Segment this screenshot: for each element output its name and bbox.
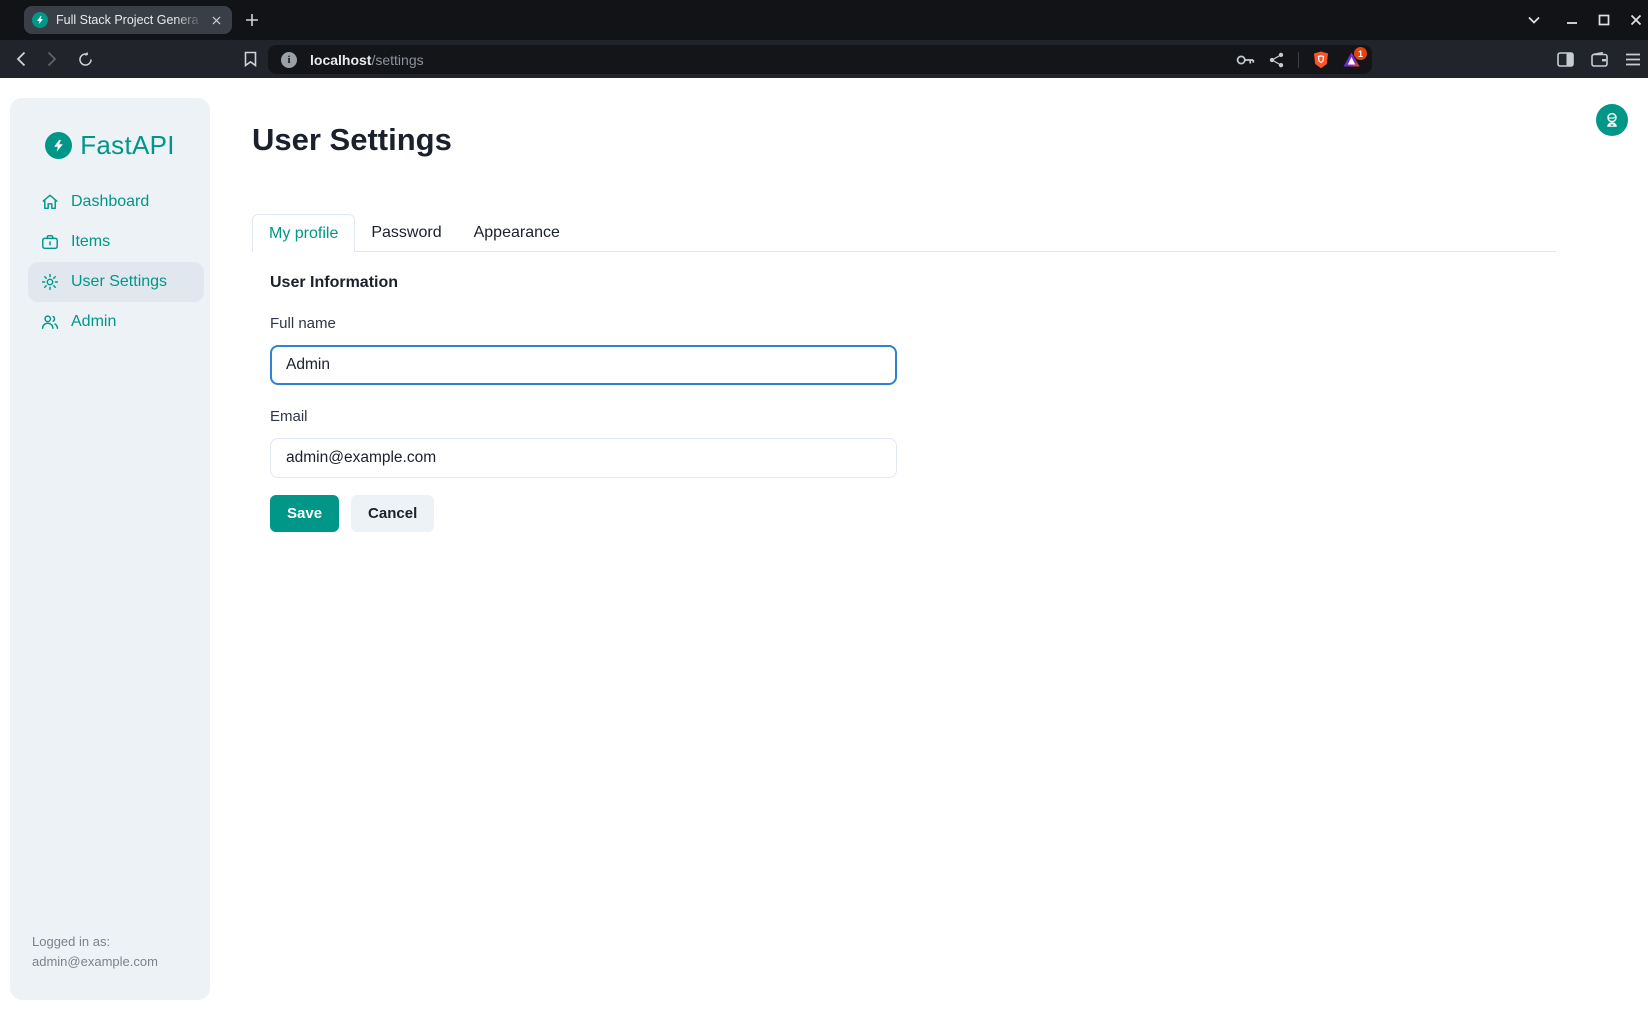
window-close-button[interactable]	[1624, 8, 1648, 32]
sidebar-nav: Dashboard Items	[10, 182, 210, 342]
wallet-icon[interactable]	[1588, 48, 1610, 70]
sidebar-item-label: User Settings	[71, 273, 167, 291]
fastapi-favicon-icon	[32, 12, 48, 28]
address-bar[interactable]: i localhost/settings	[268, 45, 1372, 74]
browser-window: Full Stack Project Genera	[0, 0, 1648, 1025]
tab-my-profile[interactable]: My profile	[252, 214, 355, 252]
share-icon[interactable]	[1269, 52, 1284, 68]
window-minimize-button[interactable]	[1560, 8, 1584, 32]
fastapi-logo: FastAPI	[10, 130, 210, 161]
users-icon	[41, 313, 59, 331]
section-title: User Information	[270, 274, 970, 292]
tab-appearance[interactable]: Appearance	[458, 214, 576, 252]
logged-in-info: Logged in as: admin@example.com	[32, 932, 158, 972]
bookmark-icon[interactable]	[239, 48, 261, 70]
logo-text: FastAPI	[80, 130, 175, 161]
window-maximize-button[interactable]	[1592, 8, 1616, 32]
settings-tabs: My profile Password Appearance	[252, 214, 1556, 252]
brave-rewards-icon[interactable]: 1	[1343, 52, 1360, 67]
browser-tab[interactable]: Full Stack Project Genera	[24, 6, 232, 34]
reload-button[interactable]	[74, 48, 96, 70]
user-menu-button[interactable]	[1596, 104, 1628, 136]
home-icon	[41, 193, 59, 211]
new-tab-button[interactable]	[242, 10, 262, 30]
full-name-label: Full name	[270, 315, 970, 332]
back-button[interactable]	[10, 48, 32, 70]
fastapi-bolt-icon	[45, 132, 72, 159]
full-name-input[interactable]	[270, 345, 897, 385]
logged-in-label: Logged in as:	[32, 932, 158, 952]
sidebar-item-user-settings[interactable]: User Settings	[28, 262, 204, 302]
sidebar-item-dashboard[interactable]: Dashboard	[28, 182, 202, 222]
page-content: FastAPI Dashboard	[0, 78, 1648, 1025]
tab-title: Full Stack Project Genera	[56, 13, 208, 27]
save-button[interactable]: Save	[270, 495, 339, 532]
tab-search-icon[interactable]	[1522, 8, 1546, 32]
sidebar-item-label: Dashboard	[71, 193, 149, 211]
sidebar-item-label: Items	[71, 233, 110, 251]
tab-password[interactable]: Password	[355, 214, 457, 252]
sidebar-toggle-icon[interactable]	[1554, 48, 1576, 70]
sidebar-item-items[interactable]: Items	[28, 222, 202, 262]
user-astronaut-icon	[1604, 112, 1620, 128]
brave-shields-icon[interactable]	[1313, 51, 1329, 69]
page-title: User Settings	[252, 122, 452, 158]
site-info-icon[interactable]: i	[281, 52, 297, 68]
key-icon[interactable]	[1236, 54, 1255, 66]
cancel-button[interactable]: Cancel	[351, 495, 434, 532]
email-input[interactable]	[270, 438, 897, 478]
briefcase-icon	[41, 233, 59, 251]
profile-panel: User Information Full name Email Save Ca…	[270, 274, 970, 532]
browser-tab-bar: Full Stack Project Genera	[0, 0, 1648, 40]
sidebar: FastAPI Dashboard	[10, 98, 210, 1000]
email-label: Email	[270, 408, 970, 425]
sidebar-item-admin[interactable]: Admin	[28, 302, 202, 342]
url-text[interactable]: localhost/settings	[310, 52, 424, 68]
tab-close-icon[interactable]	[208, 16, 224, 25]
forward-button[interactable]	[41, 48, 63, 70]
gear-icon	[41, 273, 59, 291]
url-host: localhost	[310, 52, 371, 68]
sidebar-item-label: Admin	[71, 313, 116, 331]
menu-icon[interactable]	[1622, 48, 1644, 70]
rewards-badge: 1	[1354, 47, 1367, 60]
url-path: /settings	[371, 52, 423, 68]
toolbar-separator	[1298, 52, 1299, 68]
logged-in-email: admin@example.com	[32, 952, 158, 972]
